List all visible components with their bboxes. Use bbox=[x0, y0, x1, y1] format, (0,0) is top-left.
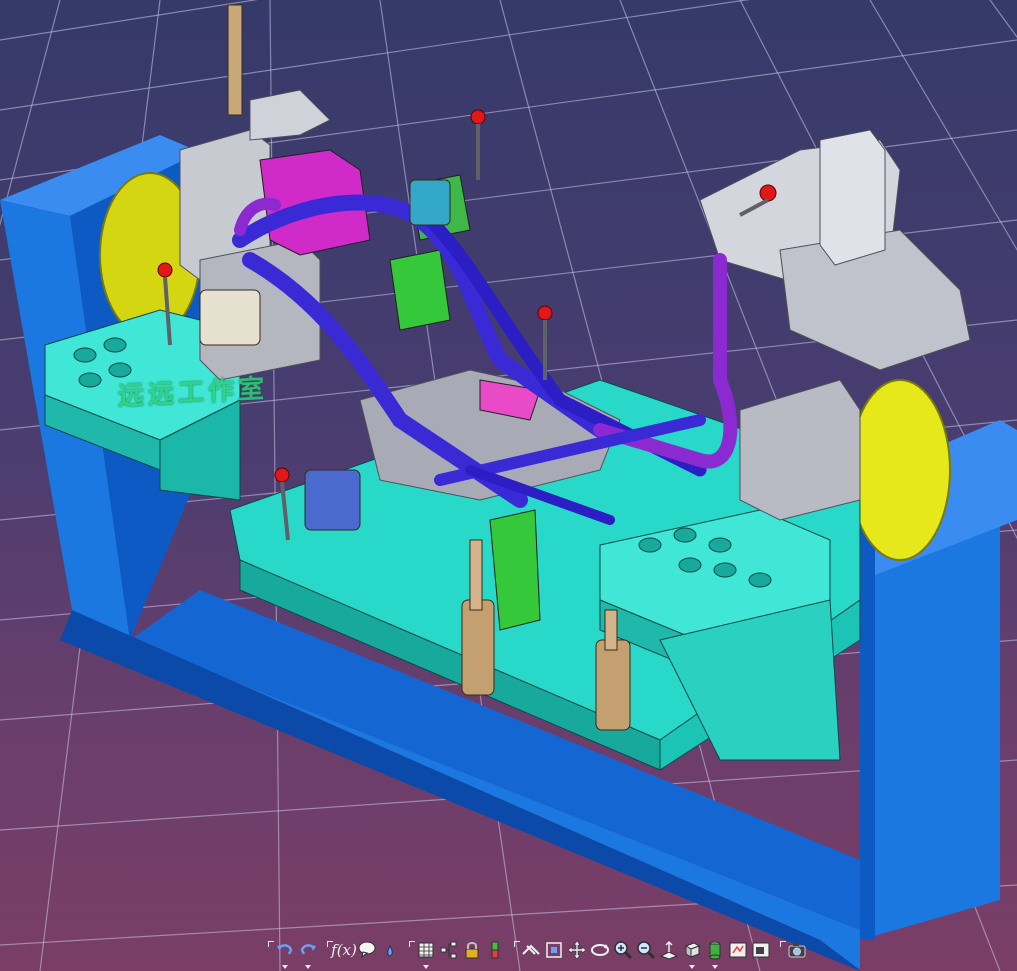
toolbar-group-tools bbox=[409, 939, 506, 969]
iso-view-icon[interactable] bbox=[681, 939, 703, 969]
table-icon[interactable] bbox=[415, 939, 437, 969]
drop-icon[interactable] bbox=[379, 939, 401, 961]
shading-icon[interactable] bbox=[704, 939, 726, 969]
toolbar-group-capture bbox=[780, 939, 808, 961]
pan-icon[interactable] bbox=[566, 939, 588, 961]
hide-show-icon[interactable] bbox=[727, 939, 749, 961]
formula-fx-label: f(x) bbox=[331, 941, 357, 959]
rotate-icon[interactable] bbox=[589, 939, 611, 961]
redo-icon[interactable] bbox=[297, 939, 319, 969]
camera-icon[interactable] bbox=[786, 939, 808, 961]
3d-viewport[interactable] bbox=[0, 0, 1017, 971]
undo-icon[interactable] bbox=[274, 939, 296, 969]
lock-icon[interactable] bbox=[461, 939, 483, 961]
toolbar-group-view bbox=[514, 939, 772, 969]
zoom-out-icon[interactable] bbox=[635, 939, 657, 961]
watermark-text: 远远工作室 bbox=[118, 374, 269, 412]
tree-icon[interactable] bbox=[438, 939, 460, 961]
toolbar-group-knowledge: f(x) bbox=[327, 939, 401, 961]
fly-mode-icon[interactable] bbox=[520, 939, 542, 961]
normal-view-icon[interactable] bbox=[658, 939, 680, 961]
formula-fx-icon[interactable]: f(x) bbox=[331, 939, 357, 961]
ruler-icon[interactable] bbox=[484, 939, 506, 961]
comment-icon[interactable] bbox=[356, 939, 378, 961]
bottom-toolbar[interactable]: f(x) bbox=[268, 930, 814, 970]
zoom-in-icon[interactable] bbox=[612, 939, 634, 961]
swap-visible-icon[interactable] bbox=[750, 939, 772, 961]
fit-all-icon[interactable] bbox=[543, 939, 565, 961]
toolbar-group-undo-redo bbox=[268, 939, 319, 969]
